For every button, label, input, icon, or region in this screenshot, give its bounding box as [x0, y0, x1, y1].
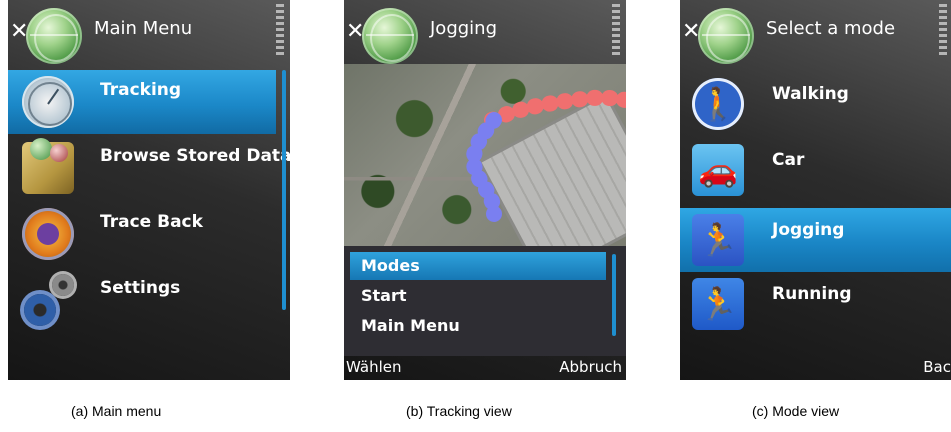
menu-item-label: Start — [361, 286, 407, 305]
menu-item-label: Trace Back — [100, 212, 203, 232]
menu-item-trace-back[interactable]: Trace Back — [8, 202, 276, 266]
browse-data-icon — [22, 138, 74, 194]
screen-title: Jogging — [430, 18, 498, 39]
caption-tracking-view: (b) Tracking view — [406, 403, 512, 419]
caption-main-menu: (a) Main menu — [71, 403, 162, 419]
gear-icon — [22, 274, 74, 326]
right-softkey[interactable]: Abbruch — [559, 358, 622, 376]
title-bar: ✕ Jogging — [344, 0, 626, 64]
softkey-bar: Wählen Abbruch — [344, 354, 626, 380]
mode-item-car[interactable]: 🚗 Car — [680, 138, 951, 202]
signal-strength-icon — [612, 4, 620, 58]
mode-select-screen: ✕ Select a mode 🚶 Walking 🚗 Car 🏃 Joggin… — [680, 0, 951, 380]
car-icon: 🚗 — [692, 144, 744, 196]
app-globe-icon — [362, 8, 418, 64]
menu-item-label: Modes — [361, 256, 420, 275]
menu-item-main-menu[interactable]: Main Menu — [350, 312, 606, 340]
menu-item-modes[interactable]: Modes — [350, 252, 606, 280]
menu-item-label: Browse Stored Data — [100, 146, 290, 166]
radar-icon — [22, 76, 74, 128]
mode-item-label: Car — [772, 150, 805, 170]
app-globe-icon — [698, 8, 754, 64]
satellite-map[interactable] — [344, 64, 626, 246]
menu-item-browse-stored-data[interactable]: Browse Stored Data — [8, 136, 290, 200]
mode-item-label: Walking — [772, 84, 849, 104]
signal-strength-icon — [276, 4, 284, 58]
tracking-screen: ✕ Jogging Modes Start Main Menu Wählen A… — [344, 0, 626, 380]
menu-item-start[interactable]: Start — [350, 282, 606, 310]
title-bar: ✕ Select a mode — [680, 0, 951, 64]
recorded-route — [465, 112, 502, 222]
running-icon: 🏃 — [692, 278, 744, 330]
scrollbar[interactable] — [612, 254, 616, 336]
screen-title: Main Menu — [94, 18, 193, 39]
mode-item-running[interactable]: 🏃 Running — [680, 272, 951, 336]
signal-strength-icon — [939, 4, 947, 58]
menu-item-settings[interactable]: Settings — [8, 268, 276, 332]
right-softkey[interactable]: Bac — [923, 358, 951, 376]
jogging-icon: 🏃 — [692, 214, 744, 266]
trace-back-icon — [22, 208, 74, 260]
menu-item-label: Settings — [100, 278, 181, 298]
softkey-bar: Bac — [680, 354, 951, 380]
scrollbar[interactable] — [282, 70, 286, 310]
left-softkey[interactable]: Wählen — [346, 358, 401, 376]
menu-item-tracking[interactable]: Tracking — [8, 70, 276, 134]
mode-item-jogging[interactable]: 🏃 Jogging — [680, 208, 951, 272]
trace-route — [484, 89, 626, 128]
menu-item-label: Tracking — [100, 80, 182, 100]
menu-item-label: Main Menu — [361, 316, 460, 335]
mode-item-walking[interactable]: 🚶 Walking — [680, 72, 951, 136]
mode-item-label: Running — [772, 284, 852, 304]
app-globe-icon — [26, 8, 82, 64]
options-menu: Modes Start Main Menu — [344, 246, 626, 356]
screen-title: Select a mode — [766, 18, 896, 39]
main-menu-screen: ✕ Main Menu Tracking Browse Stored Data … — [8, 0, 290, 380]
walking-icon: 🚶 — [692, 78, 744, 130]
mode-item-label: Jogging — [772, 220, 845, 240]
trail-overlay — [465, 89, 626, 222]
title-bar: ✕ Main Menu — [8, 0, 290, 64]
caption-mode-view: (c) Mode view — [752, 403, 840, 419]
